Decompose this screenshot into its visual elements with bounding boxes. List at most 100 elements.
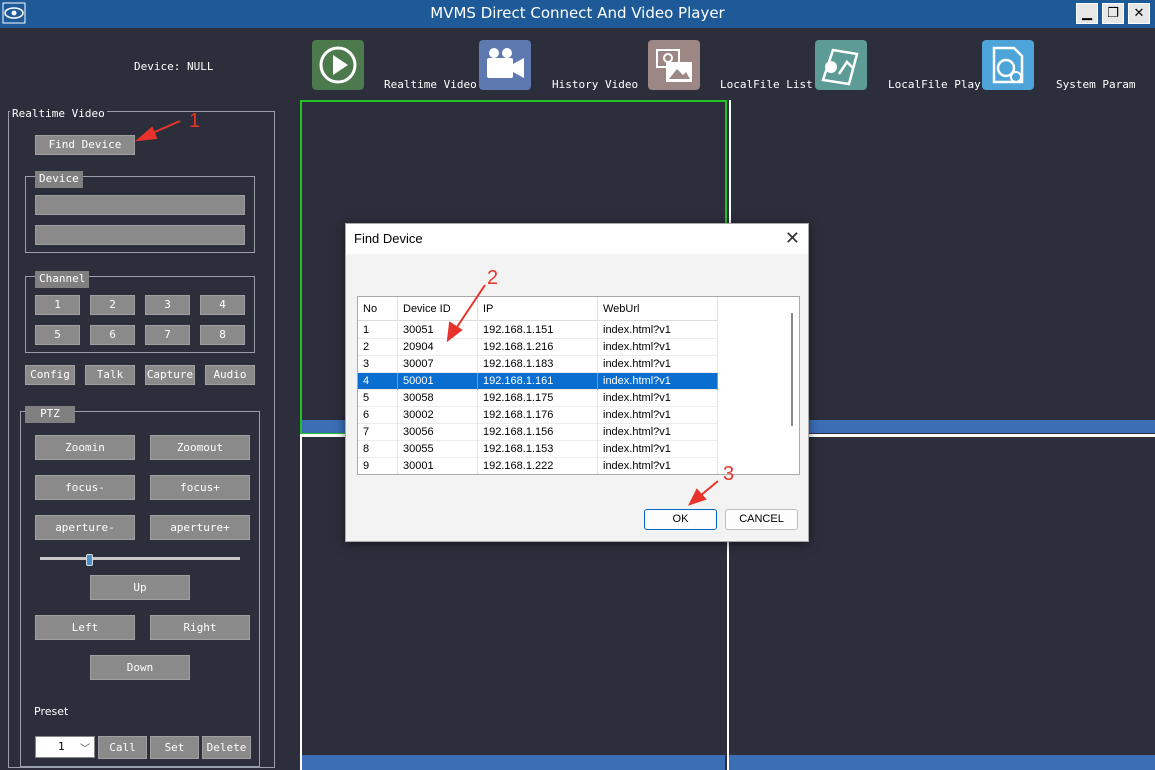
cell-device-id: 50001 — [398, 373, 478, 390]
table-row[interactable]: 2 20904 192.168.1.216 index.html?v1 — [358, 339, 718, 356]
ptz-speed-slider-thumb[interactable] — [86, 554, 93, 566]
capture-button[interactable]: Capture — [145, 365, 195, 385]
preset-select[interactable]: 1 ﹀ — [35, 736, 95, 758]
cancel-button[interactable]: CANCEL — [725, 509, 798, 530]
table-row[interactable]: 6 30002 192.168.1.176 index.html?v1 — [358, 407, 718, 424]
channel-8-button[interactable]: 8 — [200, 325, 245, 345]
cell-no: 6 — [358, 407, 398, 424]
cell-ip: 192.168.1.175 — [478, 390, 598, 407]
cell-weburl: index.html?v1 — [598, 373, 718, 390]
channel-2-button[interactable]: 2 — [90, 295, 135, 315]
minimize-button[interactable]: ▁ — [1076, 3, 1098, 24]
cell-weburl: index.html?v1 — [598, 339, 718, 356]
zoomin-button[interactable]: Zoomin — [35, 435, 135, 460]
table-row[interactable]: 4 50001 192.168.1.161 index.html?v1 — [358, 373, 718, 390]
toolbar-label-localfile-play: LocalFile Play — [888, 78, 981, 91]
table-row[interactable]: 1 30051 192.168.1.151 index.html?v1 — [358, 322, 718, 339]
cell-weburl: index.html?v1 — [598, 322, 718, 339]
map-pin-icon[interactable] — [815, 40, 867, 90]
cell-device-id: 30056 — [398, 424, 478, 441]
preset-call-button[interactable]: Call — [98, 736, 147, 759]
cell-device-id: 30051 — [398, 322, 478, 339]
config-button[interactable]: Config — [25, 365, 75, 385]
device-status-label: Device: NULL — [134, 60, 214, 73]
cell-weburl: index.html?v1 — [598, 356, 718, 373]
toolbar-label-localfile-list: LocalFile List — [720, 78, 813, 91]
cell-device-id: 30055 — [398, 441, 478, 458]
cell-weburl: index.html?v1 — [598, 441, 718, 458]
cell-no: 8 — [358, 441, 398, 458]
cell-device-id: 20904 — [398, 339, 478, 356]
column-header-ip[interactable]: IP — [478, 297, 598, 321]
device-group-title: Device — [35, 171, 83, 188]
annotation-step-3: 3 — [723, 463, 735, 485]
column-header-weburl[interactable]: WebUrl — [598, 297, 718, 321]
cell-no: 3 — [358, 356, 398, 373]
channel-4-button[interactable]: 4 — [200, 295, 245, 315]
up-button[interactable]: Up — [90, 575, 190, 600]
preset-set-button[interactable]: Set — [150, 736, 199, 759]
ptz-group-title: PTZ — [25, 406, 75, 423]
annotation-step-2: 2 — [487, 267, 499, 289]
toolbar-label-history-video: History Video — [552, 78, 639, 91]
ok-button[interactable]: OK — [644, 509, 717, 530]
left-button[interactable]: Left — [35, 615, 135, 640]
column-header-no[interactable]: No — [358, 297, 398, 321]
zoomout-button[interactable]: Zoomout — [150, 435, 250, 460]
cell-ip: 192.168.1.216 — [478, 339, 598, 356]
video-cell-3-bar — [302, 755, 725, 770]
down-button[interactable]: Down — [90, 655, 190, 680]
cell-device-id: 30007 — [398, 356, 478, 373]
cell-ip: 192.168.1.156 — [478, 424, 598, 441]
annotation-step-1: 1 — [189, 110, 201, 132]
photo-folder-icon[interactable] — [648, 40, 700, 90]
audio-button[interactable]: Audio — [205, 365, 255, 385]
table-row[interactable]: 8 30055 192.168.1.153 index.html?v1 — [358, 441, 718, 458]
channel-6-button[interactable]: 6 — [90, 325, 135, 345]
aperture-plus-button[interactable]: aperture+ — [150, 515, 250, 540]
channel-7-button[interactable]: 7 — [145, 325, 190, 345]
channel-1-button[interactable]: 1 — [35, 295, 80, 315]
aperture-minus-button[interactable]: aperture- — [35, 515, 135, 540]
ptz-speed-slider[interactable] — [40, 557, 240, 560]
close-icon[interactable]: ✕ — [785, 228, 800, 249]
table-scrollbar[interactable] — [791, 313, 793, 426]
talk-button[interactable]: Talk — [85, 365, 135, 385]
preset-delete-button[interactable]: Delete — [202, 736, 251, 759]
toolbar-label-realtime-video: Realtime Video — [384, 78, 477, 91]
restore-button[interactable]: ❐ — [1102, 3, 1124, 24]
document-settings-icon[interactable] — [982, 40, 1034, 90]
column-header-device-id[interactable]: Device ID — [398, 297, 478, 321]
cell-weburl: index.html?v1 — [598, 407, 718, 424]
cell-weburl: index.html?v1 — [598, 424, 718, 441]
video-cell-4-bar — [729, 755, 1155, 770]
table-row[interactable]: 5 30058 192.168.1.175 index.html?v1 — [358, 390, 718, 407]
channel-5-button[interactable]: 5 — [35, 325, 80, 345]
table-row[interactable]: 9 30001 192.168.1.222 index.html?v1 — [358, 458, 718, 474]
right-button[interactable]: Right — [150, 615, 250, 640]
device-field-2[interactable] — [35, 225, 245, 245]
table-row[interactable]: 3 30007 192.168.1.183 index.html?v1 — [358, 356, 718, 373]
cell-ip: 192.168.1.176 — [478, 407, 598, 424]
table-row[interactable]: 7 30056 192.168.1.156 index.html?v1 — [358, 424, 718, 441]
close-button[interactable]: ✕ — [1128, 3, 1150, 24]
cell-weburl: index.html?v1 — [598, 458, 718, 474]
cell-no: 1 — [358, 322, 398, 339]
cell-no: 7 — [358, 424, 398, 441]
cell-ip: 192.168.1.153 — [478, 441, 598, 458]
focus-plus-button[interactable]: focus+ — [150, 475, 250, 500]
cell-ip: 192.168.1.151 — [478, 322, 598, 339]
title-bar: MVMS Direct Connect And Video Player ▁ ❐… — [0, 0, 1155, 28]
device-field-1[interactable] — [35, 195, 245, 215]
channel-3-button[interactable]: 3 — [145, 295, 190, 315]
cell-ip: 192.168.1.183 — [478, 356, 598, 373]
device-list-table[interactable]: No Device ID IP WebUrl 1 30051 192.168.1.1… — [357, 296, 800, 475]
cell-no: 2 — [358, 339, 398, 356]
channel-group-title: Channel — [35, 271, 90, 288]
find-device-button[interactable]: Find Device — [35, 135, 135, 155]
camera-icon[interactable] — [479, 40, 531, 90]
play-icon[interactable] — [312, 40, 364, 90]
cell-ip: 192.168.1.161 — [478, 373, 598, 390]
realtime-video-group-title: Realtime Video — [10, 106, 107, 123]
focus-minus-button[interactable]: focus- — [35, 475, 135, 500]
